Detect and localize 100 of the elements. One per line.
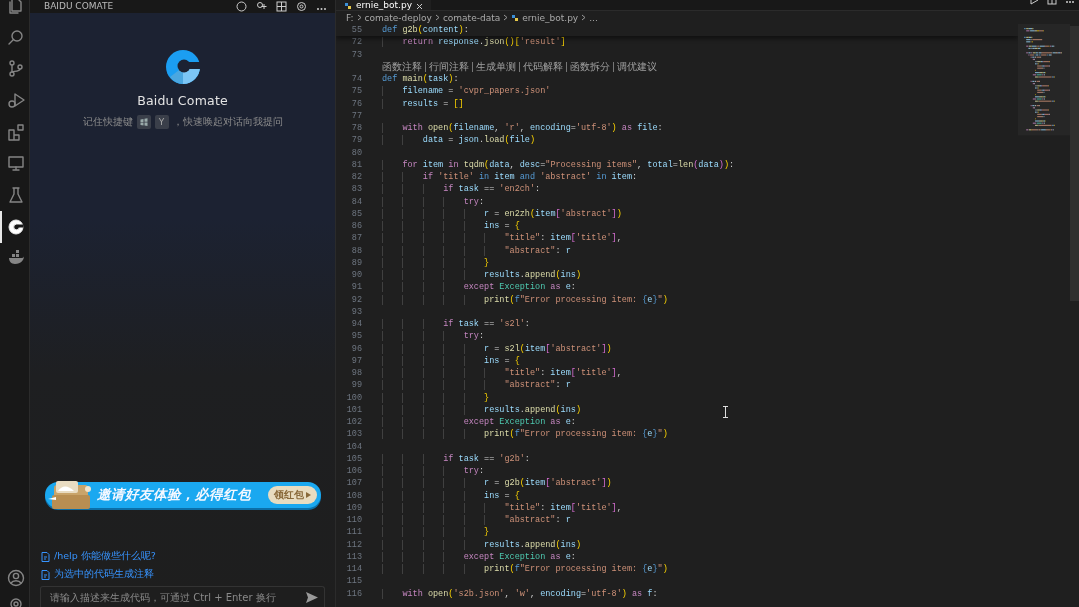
code-line: if 'title' in item and 'abstract' in item:: [382, 172, 638, 183]
code-line: ins = {: [382, 221, 520, 232]
line-number: 104: [345, 441, 363, 452]
promo-banner[interactable]: 邀请好友体验，必得红包 领红包: [45, 480, 321, 510]
code-line: try:: [382, 196, 485, 207]
code-line: if task == 'g2b':: [382, 453, 530, 464]
line-number: 113: [345, 551, 363, 562]
codelens-link[interactable]: 调优建议: [613, 61, 660, 72]
hint-text: 记住快捷键: [82, 115, 133, 129]
suggestion-link[interactable]: /help 你能做些什么呢?: [54, 550, 156, 563]
layout-icon[interactable]: [276, 1, 287, 12]
codelens-link[interactable]: 生成单测: [472, 61, 519, 72]
line-number: 87: [350, 233, 363, 244]
line-number: 86: [350, 221, 363, 232]
account-icon[interactable]: [6, 569, 25, 587]
line-number: 112: [345, 539, 363, 550]
settings-icon[interactable]: [296, 1, 307, 12]
files-icon[interactable]: [6, 0, 25, 14]
line-number: 85: [350, 208, 363, 219]
code-line: if task == 'en2ch':: [382, 184, 541, 195]
code-line: ins = {: [382, 355, 520, 366]
comate-logo: [164, 49, 201, 85]
extensions-icon[interactable]: [6, 122, 25, 141]
text-cursor-icon: [722, 406, 729, 418]
line-number: 79: [350, 135, 363, 146]
line-number: 96: [350, 343, 363, 354]
line-number: 88: [350, 245, 363, 256]
line-number: 97: [350, 355, 363, 366]
codelens-link[interactable]: 函数拆分: [566, 61, 613, 72]
line-number: 106: [345, 466, 363, 477]
code-line: with open('s2b.json', 'w', encoding='utf-8') as f:: [382, 588, 658, 599]
codelens-link[interactable]: 代码解释: [519, 61, 566, 72]
breadcrumb-item[interactable]: ernie_bot.py: [522, 12, 579, 23]
line-number: 74: [350, 74, 363, 85]
breadcrumb-item[interactable]: ...: [589, 12, 598, 23]
line-number: 72: [350, 37, 363, 48]
breadcrumb-item[interactable]: F:: [346, 12, 354, 23]
line-number: 111: [345, 527, 363, 538]
line-number: 98: [350, 368, 363, 379]
close-icon[interactable]: [415, 3, 423, 10]
code-line: with open(filename, 'r', encoding='utf-8') as file:: [382, 123, 663, 134]
person-add-icon[interactable]: [256, 1, 267, 12]
line-number: 93: [350, 306, 363, 317]
code-line: results.append(ins): [382, 539, 581, 550]
code-line: def main(task):: [382, 74, 459, 85]
code-line: "title": item['title'],: [382, 233, 622, 244]
codelens-link[interactable]: 函数注释: [382, 61, 425, 72]
line-number: 78: [350, 123, 363, 134]
line-number: 75: [350, 86, 363, 97]
line-number: 110: [345, 515, 363, 526]
code-line: r = s2l(item['abstract']): [382, 343, 612, 354]
suggestion-link[interactable]: 为选中的代码生成注释: [54, 568, 154, 581]
code-line: ins = {: [382, 490, 520, 501]
line-number: 116: [345, 588, 363, 599]
panel-title: BAIDU COMATE: [44, 1, 114, 12]
banner-button[interactable]: 领红包: [268, 486, 317, 504]
document-icon: [41, 551, 50, 562]
line-number: 81: [350, 159, 363, 170]
code-line: }: [382, 392, 490, 403]
code-line: }: [382, 257, 490, 268]
code-line: try:: [382, 331, 485, 342]
chevron-icon: [581, 14, 587, 21]
line-number: 115: [345, 576, 363, 587]
line-number: 109: [345, 502, 363, 513]
code-line: print(f"Error processing item: {e}"): [382, 294, 668, 305]
line-number: 55: [350, 25, 363, 36]
code-line: def g2b(content):: [382, 25, 469, 36]
line-number: 102: [345, 417, 363, 428]
line-number: 77: [350, 110, 363, 121]
code-line: data = json.load(file): [382, 135, 536, 146]
code-line: "abstract": r: [382, 245, 571, 256]
search-icon[interactable]: [6, 27, 25, 46]
document-icon: [41, 569, 50, 580]
line-number: 107: [345, 478, 363, 489]
chat-input[interactable]: 请输入描述来生成代码，可通过 Ctrl + Enter 换行: [40, 586, 325, 607]
line-number: 100: [345, 392, 363, 403]
line-number: 83: [350, 184, 363, 195]
line-number: 80: [350, 147, 363, 158]
shortcut-key: Y: [154, 115, 169, 129]
codelens-link[interactable]: 行间注释: [425, 61, 472, 72]
editor-tab[interactable]: ernie_bot.py: [336, 0, 431, 10]
send-icon[interactable]: [306, 591, 318, 603]
flask-icon[interactable]: [6, 185, 25, 204]
product-name: Baidu Comate: [137, 93, 228, 108]
code-line: for item in tqdm(data, desc="Processing items", total=len(data)):: [382, 159, 735, 170]
run-debug-icon[interactable]: [6, 90, 25, 109]
source-control-icon[interactable]: [6, 59, 25, 78]
line-number: 84: [350, 196, 363, 207]
python-icon: [344, 2, 352, 10]
info-icon[interactable]: [236, 1, 247, 12]
python-icon: [511, 13, 520, 22]
breadcrumb-item[interactable]: comate-data: [442, 12, 501, 23]
comate-icon[interactable]: [6, 217, 25, 236]
line-number: 95: [350, 331, 363, 342]
chevron-icon: [356, 14, 362, 21]
code-line: r = g2b(item['abstract']): [382, 478, 612, 489]
code-line: results.append(ins): [382, 270, 581, 281]
monitor-icon[interactable]: [6, 154, 25, 173]
breadcrumb-item[interactable]: comate-deploy: [364, 12, 432, 23]
line-number: 108: [345, 490, 363, 501]
